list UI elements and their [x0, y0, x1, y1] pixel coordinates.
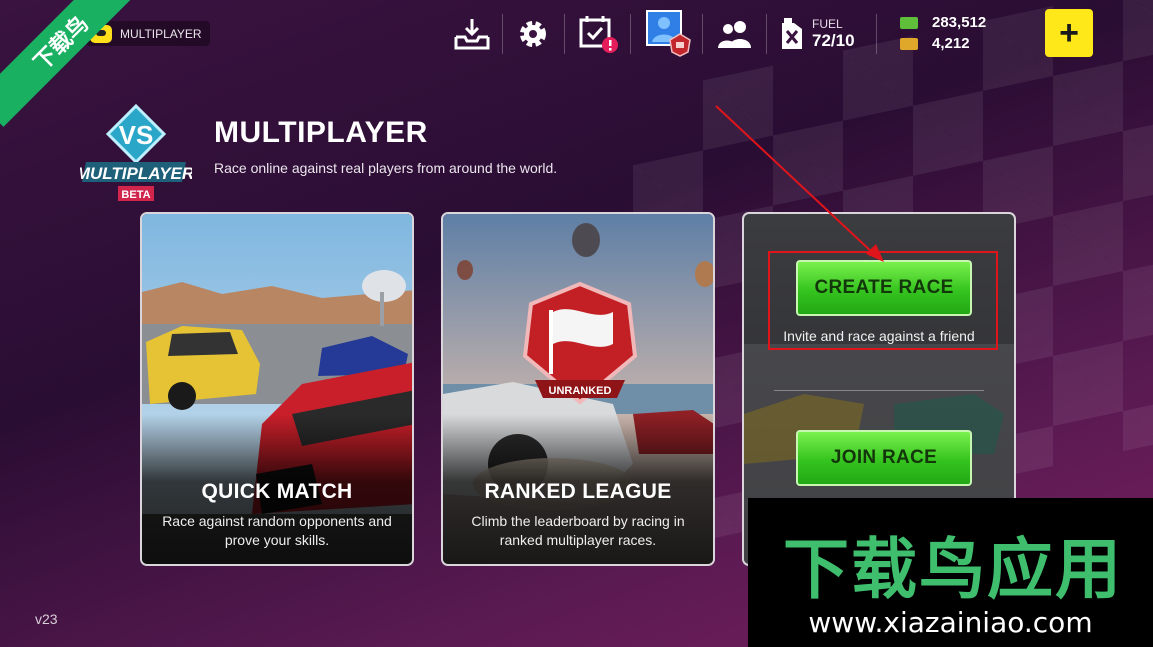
- profile-button[interactable]: [646, 10, 692, 57]
- watermark-panel: 下载鸟应用 www.xiazainiao.com: [748, 498, 1153, 647]
- fuel-display[interactable]: FUEL 72/10: [780, 12, 855, 56]
- quick-match-card[interactable]: QUICK MATCH Race against random opponent…: [140, 212, 414, 566]
- unranked-emblem-text: UNRANKED: [549, 385, 612, 397]
- settings-button[interactable]: [514, 12, 552, 56]
- multiplayer-badge: VS MULTIPLAYER BETA: [76, 103, 195, 204]
- quick-match-title: QUICK MATCH: [201, 480, 353, 503]
- gold-row: 4,212: [900, 33, 1020, 54]
- cash-row: 283,512: [900, 12, 1020, 33]
- calendar-check-icon: [579, 16, 618, 53]
- ranked-league-card[interactable]: UNRANKED RANKED LEAGUE Climb the leaderb…: [441, 212, 715, 566]
- badge-vs-text: VS: [119, 120, 154, 150]
- join-race-button[interactable]: JOIN RACE: [796, 430, 972, 486]
- quick-match-description: Race against random opponents and prove …: [162, 513, 392, 548]
- friends-button[interactable]: [715, 12, 755, 56]
- friends-icon: [718, 21, 751, 48]
- gear-icon: [520, 21, 546, 47]
- badge-tag-text: BETA: [121, 189, 150, 201]
- separator: [702, 14, 703, 54]
- version-label: v23: [35, 611, 58, 627]
- add-currency-button[interactable]: +: [1045, 9, 1093, 57]
- profile-avatar: [646, 10, 691, 57]
- highlight-box: [768, 251, 998, 350]
- gold-amount: 4,212: [932, 35, 970, 52]
- fuel-label: FUEL: [812, 17, 843, 31]
- mode-label: MULTIPLAYER: [120, 26, 202, 41]
- events-button[interactable]: [577, 12, 621, 56]
- separator: [766, 14, 767, 54]
- separator: [564, 14, 565, 54]
- download-button[interactable]: [452, 12, 492, 56]
- watermark-url: www.xiazainiao.com: [808, 606, 1093, 639]
- cash-icon: [900, 16, 918, 29]
- separator: [502, 14, 503, 54]
- separator: [630, 14, 631, 54]
- fuel-can-icon: [782, 18, 802, 49]
- ranked-league-title: RANKED LEAGUE: [484, 480, 672, 503]
- page-title: MULTIPLAYER: [214, 116, 428, 149]
- download-icon: [454, 19, 490, 50]
- ranked-league-description: Climb the leaderboard by racing in ranke…: [471, 513, 685, 548]
- fuel-value: 72/10: [812, 31, 855, 50]
- watermark-brand: 下载鸟应用: [783, 531, 1123, 608]
- badge-name-text: MULTIPLAYER: [80, 164, 192, 183]
- top-bar: MULTIPLAYER FUEL 72/10 283,512 4,212 +: [0, 0, 1153, 70]
- cash-amount: 283,512: [932, 14, 987, 31]
- separator: [876, 14, 877, 54]
- page-subtitle: Race online against real players from ar…: [214, 160, 558, 176]
- gold-icon: [900, 37, 918, 50]
- divider: [774, 390, 984, 391]
- currency-display: 283,512 4,212: [900, 12, 1020, 54]
